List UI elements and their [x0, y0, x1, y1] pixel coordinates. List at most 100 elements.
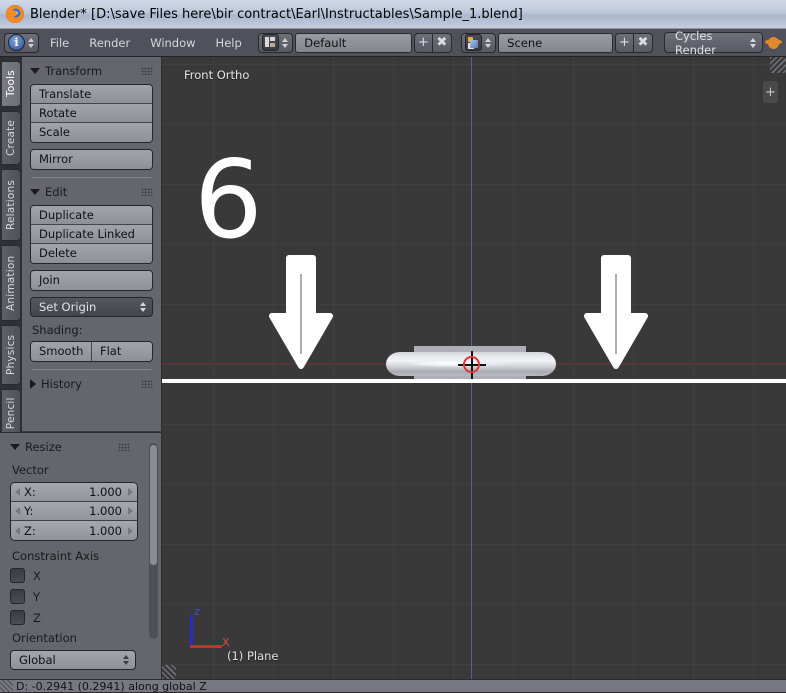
- grip-dots-icon: [118, 443, 130, 451]
- tab-label: Animation: [5, 255, 17, 311]
- open-sidebar-button[interactable]: +: [763, 81, 778, 103]
- constraint-axis-x-row[interactable]: X: [10, 568, 151, 583]
- guide-line: [162, 379, 786, 383]
- status-bar: D: -0.2941 (0.2941) along global Z: [0, 679, 786, 693]
- menu-window[interactable]: Window: [141, 32, 204, 54]
- panel-divider: [32, 177, 151, 178]
- rotate-button[interactable]: Rotate: [31, 104, 152, 123]
- scene-name-field[interactable]: Scene: [498, 32, 613, 53]
- constraint-axis-z-row[interactable]: Z: [10, 610, 151, 625]
- 3d-cursor-icon[interactable]: [458, 351, 486, 379]
- panel-header-history[interactable]: History: [30, 376, 153, 392]
- arrow-left-icon[interactable]: [15, 507, 20, 515]
- chevron-updown-icon: [750, 37, 756, 48]
- suzanne-monkey-icon: [765, 35, 782, 51]
- panel-header-transform[interactable]: Transform: [30, 63, 153, 79]
- resize-grip-icon[interactable]: [0, 680, 13, 693]
- operator-panel-resize: Resize Vector X: 1.000 Y: 1.000 Z: 1.000: [0, 432, 162, 679]
- vector-z-value: 1.000: [89, 523, 122, 538]
- vector-z-field[interactable]: Z: 1.000: [11, 521, 137, 540]
- sidebar-item-tools[interactable]: Tools: [2, 61, 21, 107]
- add-screen-layout-button[interactable]: +: [413, 32, 433, 53]
- delete-scene-button[interactable]: ✖: [633, 32, 653, 53]
- screen-layout-icon: [262, 34, 280, 51]
- delete-button[interactable]: Delete: [31, 244, 152, 263]
- orientation-dropdown[interactable]: Global: [10, 650, 136, 670]
- join-button-group: Join: [30, 270, 153, 291]
- vector-y-name: Y:: [24, 504, 34, 518]
- scene-selector[interactable]: [461, 32, 497, 53]
- triangle-down-icon: [10, 444, 20, 450]
- tab-label: Physics: [5, 334, 17, 376]
- arrow-right-icon[interactable]: [128, 507, 133, 515]
- checkbox-x[interactable]: [10, 568, 25, 583]
- x-axis-label: X: [222, 636, 230, 649]
- add-scene-button[interactable]: +: [614, 32, 634, 53]
- blender-logo-icon: [6, 5, 24, 23]
- mirror-button-group: Mirror: [30, 149, 153, 170]
- chevron-updown-icon: [281, 35, 289, 50]
- triangle-down-icon: [30, 68, 40, 74]
- arrow-left-icon[interactable]: [15, 488, 20, 496]
- z-axis-label: z: [194, 605, 200, 618]
- editor-type-selector[interactable]: i: [4, 32, 39, 53]
- arrow-left-icon[interactable]: [15, 526, 20, 535]
- transform-button-group: Translate Rotate Scale: [30, 84, 153, 143]
- menu-file[interactable]: File: [41, 32, 78, 54]
- arrow-down-icon-left: [268, 254, 334, 374]
- scale-button[interactable]: Scale: [31, 123, 152, 142]
- constraint-axis-y-label: Y: [33, 589, 41, 604]
- orientation-label: Orientation: [12, 631, 77, 645]
- duplicate-button[interactable]: Duplicate: [31, 206, 152, 225]
- constraint-axis-z-label: Z: [33, 610, 41, 625]
- set-origin-label: Set Origin: [39, 299, 97, 314]
- vector-fields-group: X: 1.000 Y: 1.000 Z: 1.000: [10, 482, 138, 541]
- arrow-right-icon[interactable]: [128, 488, 133, 496]
- menu-render[interactable]: Render: [80, 32, 139, 54]
- viewport-corner-handle-tr[interactable]: [770, 57, 786, 73]
- arrow-right-icon[interactable]: [128, 526, 133, 535]
- sidebar-item-relations[interactable]: Relations: [2, 169, 21, 241]
- join-button[interactable]: Join: [31, 271, 152, 290]
- duplicate-linked-button[interactable]: Duplicate Linked: [31, 225, 152, 244]
- vector-x-value: 1.000: [89, 485, 122, 499]
- 3d-viewport[interactable]: 6 z X Front Ortho (1) Plane +: [162, 57, 786, 679]
- orientation-value: Global: [19, 652, 56, 667]
- top-header-bar: i File Render Window Help Default + ✖ Sc…: [0, 29, 786, 57]
- screen-layout-name-field[interactable]: Default: [295, 32, 412, 53]
- vector-x-field[interactable]: X: 1.000: [11, 483, 137, 502]
- sidebar-item-physics[interactable]: Physics: [2, 325, 21, 385]
- constraint-axis-y-row[interactable]: Y: [10, 589, 151, 604]
- shade-smooth-button[interactable]: Smooth: [31, 342, 92, 361]
- set-origin-dropdown[interactable]: Set Origin: [30, 297, 153, 317]
- operator-panel-scrollbar[interactable]: [149, 443, 158, 639]
- vector-y-field[interactable]: Y: 1.000: [11, 502, 137, 521]
- tab-label: Create: [5, 119, 17, 157]
- triangle-right-icon: [30, 379, 36, 389]
- sidebar-item-create[interactable]: Create: [2, 111, 21, 165]
- mirror-button[interactable]: Mirror: [31, 150, 152, 169]
- menu-help[interactable]: Help: [207, 32, 251, 54]
- checkbox-y[interactable]: [10, 589, 25, 604]
- toolshelf-panel: Transform Translate Rotate Scale Mirror …: [22, 57, 162, 431]
- panel-header-edit[interactable]: Edit: [30, 184, 153, 200]
- checkbox-z[interactable]: [10, 610, 25, 625]
- constraint-axis-x-label: X: [33, 568, 41, 583]
- vector-z-name: Z:: [24, 523, 36, 538]
- translate-button[interactable]: Translate: [31, 85, 152, 104]
- viewport-view-label: Front Ortho: [184, 68, 250, 82]
- panel-title: Edit: [45, 185, 68, 199]
- grip-dots-icon: [141, 188, 153, 196]
- edit-button-group: Duplicate Duplicate Linked Delete: [30, 205, 153, 264]
- sidebar-item-animation[interactable]: Animation: [2, 245, 21, 321]
- chevron-updown-icon: [27, 35, 35, 50]
- panel-header-resize[interactable]: Resize: [10, 439, 130, 455]
- tab-label: Tools: [5, 70, 17, 98]
- viewport-corner-handle-bl[interactable]: [162, 665, 176, 679]
- shade-flat-button[interactable]: Flat: [92, 342, 152, 361]
- shading-label: Shading:: [32, 323, 83, 337]
- screen-layout-selector[interactable]: [258, 32, 294, 53]
- delete-screen-layout-button[interactable]: ✖: [432, 32, 452, 53]
- render-engine-select[interactable]: Cycles Render: [664, 29, 763, 57]
- axis-gizmo: z X: [188, 605, 232, 651]
